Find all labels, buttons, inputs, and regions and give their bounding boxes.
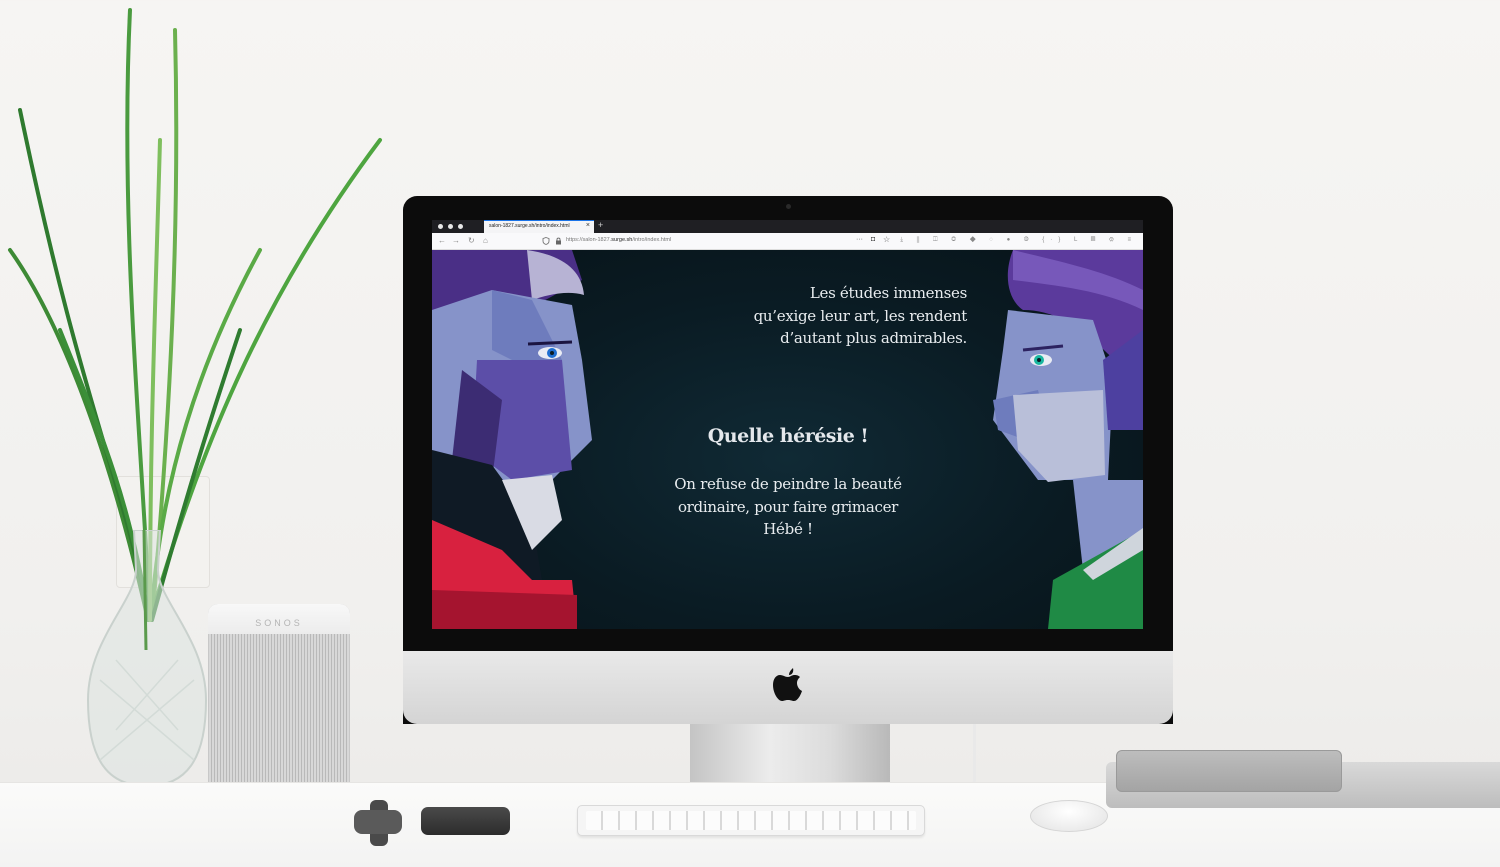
imac-chin [403, 651, 1173, 724]
shield-icon[interactable] [542, 237, 550, 245]
reload-icon[interactable]: ↻ [468, 236, 475, 245]
speaker-top: SONOS [208, 604, 350, 634]
quote-top-line: Les études immenses [809, 284, 967, 302]
url-text[interactable]: https://salon-1827.surge.sh/intro/index.… [566, 237, 671, 243]
browser-tab[interactable]: salon-1827.surge.sh/intro/index.html × [484, 220, 594, 233]
camera [786, 204, 791, 209]
quote-top: Les études immenses qu’exige leur art, l… [732, 282, 968, 350]
new-tab-button[interactable]: + [598, 220, 603, 230]
apple-logo-icon [773, 668, 802, 701]
tablet [1116, 750, 1342, 792]
page-heading: Quelle hérésie ! [707, 425, 869, 447]
url-bar[interactable]: https://salon-1827.surge.sh/intro/index.… [536, 235, 896, 246]
quote-top-line: d’autant plus admirables. [780, 329, 967, 347]
quote-bottom-line: Hébé ! [763, 520, 813, 538]
browser-nav-bar: ← → ↻ ⌂ https://salon-1827.surge.sh/intr… [432, 233, 1143, 250]
quote-top-line: qu’exige leur art, les rendent [753, 306, 968, 325]
toolbar-icons[interactable]: ⤓ ⫼ ◫ ◎ ◆ ◌ ● ◍ {·} L ▤ ⚙ ≡ [900, 237, 1137, 244]
glass-vase [86, 530, 208, 788]
window-close-dot[interactable] [438, 224, 443, 229]
right-portrait-illustration [993, 250, 1143, 629]
web-page: Les études immenses qu’exige leur art, l… [432, 250, 1143, 629]
window-zoom-dot[interactable] [458, 224, 463, 229]
screen: salon-1827.surge.sh/intro/index.html × +… [432, 220, 1143, 629]
tab-close-icon[interactable]: × [586, 222, 590, 229]
quote-bottom-line: On refuse de peindre la beauté [674, 475, 902, 493]
smartphone [421, 807, 510, 835]
url-path: /intro/index.html [632, 237, 672, 243]
speaker-brand-logo: SONOS [255, 618, 303, 628]
forward-icon[interactable]: → [452, 236, 460, 245]
browser-tab-bar: salon-1827.surge.sh/intro/index.html × + [432, 220, 1143, 233]
speaker: SONOS [208, 604, 350, 800]
imac: salon-1827.surge.sh/intro/index.html × +… [403, 196, 1173, 724]
bookmark-star-icon[interactable]: ☆ [883, 235, 890, 244]
url-prefix: https://salon-1827. [566, 237, 612, 243]
home-icon[interactable]: ⌂ [483, 236, 488, 245]
quote-bottom: On refuse de peindre la beauté ordinaire… [632, 473, 944, 541]
pocket-icon[interactable]: ◘ [871, 236, 875, 243]
lock-icon[interactable] [555, 237, 562, 245]
keyboard-keys [586, 811, 916, 830]
tab-title: salon-1827.surge.sh/intro/index.html [489, 223, 570, 229]
page-actions-menu[interactable]: ··· [856, 236, 863, 243]
mouse [1030, 800, 1108, 832]
smartwatch [354, 800, 402, 846]
quote-bottom-line: ordinaire, pour faire grimacer [677, 497, 899, 516]
window-minimize-dot[interactable] [448, 224, 453, 229]
keyboard [577, 805, 925, 836]
back-icon[interactable]: ← [438, 236, 446, 245]
url-domain: surge.sh [611, 237, 633, 243]
left-portrait-illustration [432, 250, 592, 629]
